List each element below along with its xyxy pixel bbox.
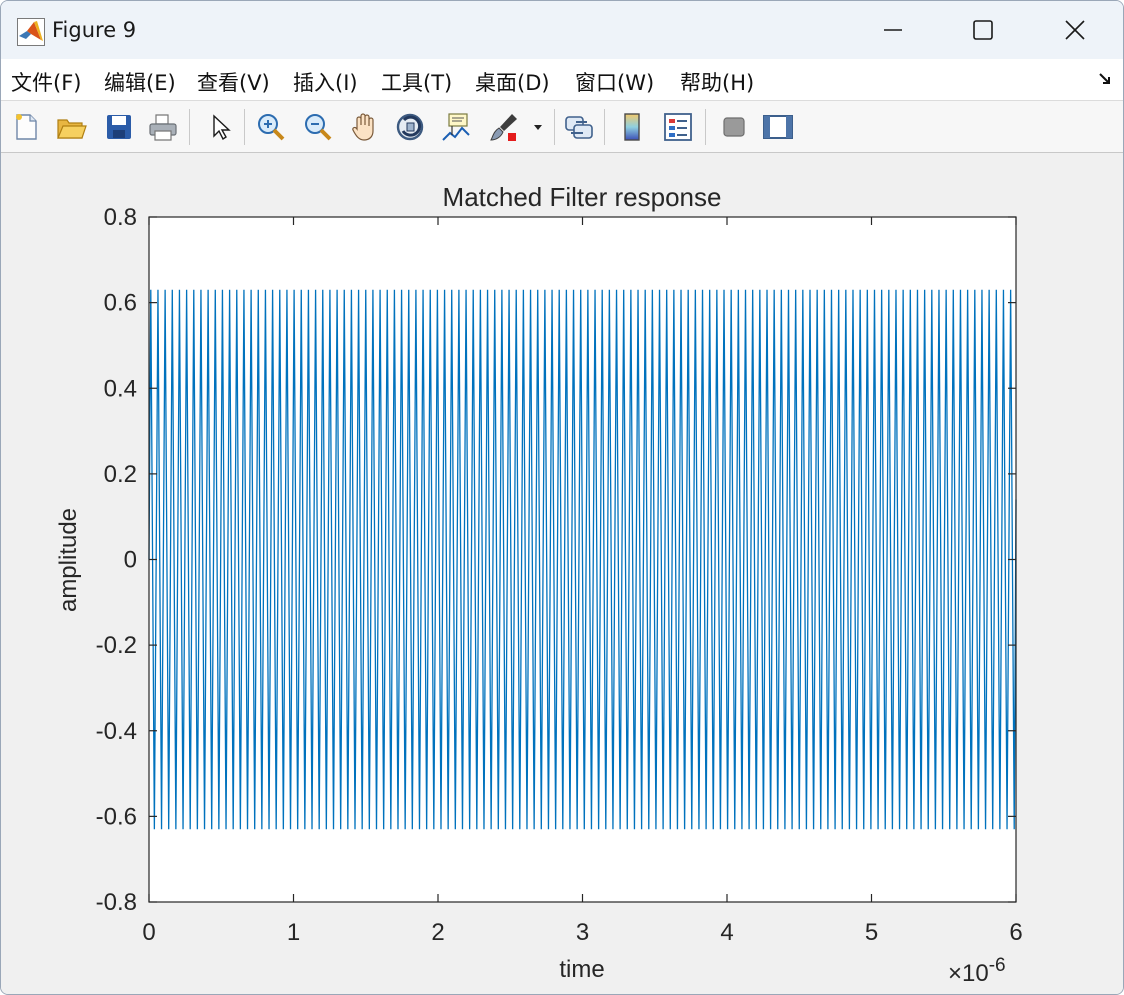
y-axis-label: amplitude (55, 508, 82, 612)
pan-icon (352, 113, 374, 141)
show-plot-tools-icon (763, 115, 793, 139)
data-cursor-icon (442, 113, 470, 141)
hide-plot-tools-button[interactable] (715, 108, 753, 146)
insert-legend-button[interactable] (659, 108, 697, 146)
menu-bar: 文件(F) 编辑(E) 查看(V) 插入(I) 工具(T) 桌面(D) 窗口(W… (1, 59, 1123, 101)
new-figure-icon (16, 114, 37, 140)
menu-edit[interactable]: 编辑(E) (104, 67, 176, 97)
close-button[interactable] (1029, 1, 1121, 59)
data-cursor-button[interactable] (437, 108, 475, 146)
x-tick-label: 6 (1009, 919, 1022, 946)
toolbar-separator (244, 109, 245, 145)
close-icon (1065, 20, 1085, 40)
y-tick-label: -0.6 (96, 803, 137, 830)
minimize-icon (884, 29, 902, 31)
insert-colorbar-button[interactable] (614, 108, 652, 146)
menu-help[interactable]: 帮助(H) (680, 67, 754, 97)
print-button[interactable] (144, 108, 182, 146)
y-tick-label: 0.4 (104, 375, 137, 402)
maximize-button[interactable] (937, 1, 1029, 59)
y-tick-label: -0.4 (96, 718, 137, 745)
y-tick-label: 0.8 (104, 204, 137, 231)
open-file-icon (57, 119, 87, 139)
link-plot-button[interactable] (560, 108, 598, 146)
menu-insert[interactable]: 插入(I) (293, 67, 358, 97)
x-tick-label: 1 (287, 919, 300, 946)
y-tick-label: 0.2 (104, 461, 137, 488)
link-plot-icon (565, 116, 593, 139)
y-tick-label: 0.6 (104, 290, 137, 317)
show-plot-tools-button[interactable] (759, 108, 797, 146)
x-tick-label: 0 (142, 919, 155, 946)
x-tick-label: 5 (865, 919, 878, 946)
menu-tools[interactable]: 工具(T) (381, 67, 452, 97)
figure-canvas: 0 1 2 3 4 5 6 -0.8 -0.6 -0.4 -0.2 0 0.2 0.4 0.6 0.8 Mat… (1, 153, 1123, 994)
brush-dropdown-icon (534, 125, 542, 130)
save-icon (107, 115, 131, 139)
pan-button[interactable] (345, 108, 383, 146)
insert-colorbar-icon (624, 113, 640, 141)
x-tick-label: 4 (720, 919, 733, 946)
zoom-out-button[interactable] (299, 108, 337, 146)
new-figure-button[interactable] (7, 108, 45, 146)
y-tick-label: -0.2 (96, 632, 137, 659)
hide-plot-tools-icon (723, 117, 745, 137)
toolbar-separator (604, 109, 605, 145)
figure-toolbar (1, 101, 1123, 153)
chart-title: Matched Filter response (443, 182, 722, 212)
x-axis-label: time (559, 956, 604, 983)
zoom-in-button[interactable] (252, 108, 290, 146)
brush-icon (490, 114, 517, 141)
save-button[interactable] (100, 108, 138, 146)
minimize-button[interactable] (847, 1, 939, 59)
edit-plot-icon (213, 114, 231, 141)
window-title: Figure 9 (52, 18, 137, 42)
insert-legend-icon (664, 113, 692, 141)
toolbar-separator (705, 109, 706, 145)
toolbar-separator (554, 109, 555, 145)
matlab-logo-icon (17, 18, 45, 46)
title-bar[interactable]: Figure 9 (1, 1, 1123, 59)
rotate-3d-button[interactable] (391, 108, 429, 146)
brush-button[interactable] (485, 108, 523, 146)
x-exponent-base: ×10 (948, 960, 989, 987)
brush-dropdown[interactable] (526, 108, 550, 146)
edit-plot-button[interactable] (200, 108, 238, 146)
zoom-in-icon (258, 114, 285, 141)
menu-window[interactable]: 窗口(W) (575, 67, 654, 97)
dock-arrow-icon[interactable] (1097, 71, 1113, 87)
menu-view[interactable]: 查看(V) (197, 67, 270, 97)
open-file-button[interactable] (52, 108, 90, 146)
x-exponent-power: -6 (989, 955, 1006, 976)
menu-file[interactable]: 文件(F) (11, 67, 81, 97)
print-icon (149, 114, 177, 141)
maximize-icon (973, 20, 993, 40)
y-tick-label: -0.8 (96, 889, 137, 916)
figure-window: Figure 9 文件(F) 编辑(E) 查看(V) 插入(I) 工具(T) 桌… (0, 0, 1124, 995)
zoom-out-icon (305, 114, 332, 141)
x-exponent-label: ×10-6 (948, 955, 1006, 987)
y-tick-label: 0 (124, 547, 137, 574)
rotate-3d-icon (396, 113, 424, 141)
plot-svg[interactable]: 0 1 2 3 4 5 6 -0.8 -0.6 -0.4 -0.2 0 0.2 0.4 0.6 0.8 Mat… (1, 153, 1123, 994)
x-tick-label: 3 (576, 919, 589, 946)
x-tick-label: 2 (431, 919, 444, 946)
toolbar-separator (189, 109, 190, 145)
menu-desktop[interactable]: 桌面(D) (475, 67, 550, 97)
